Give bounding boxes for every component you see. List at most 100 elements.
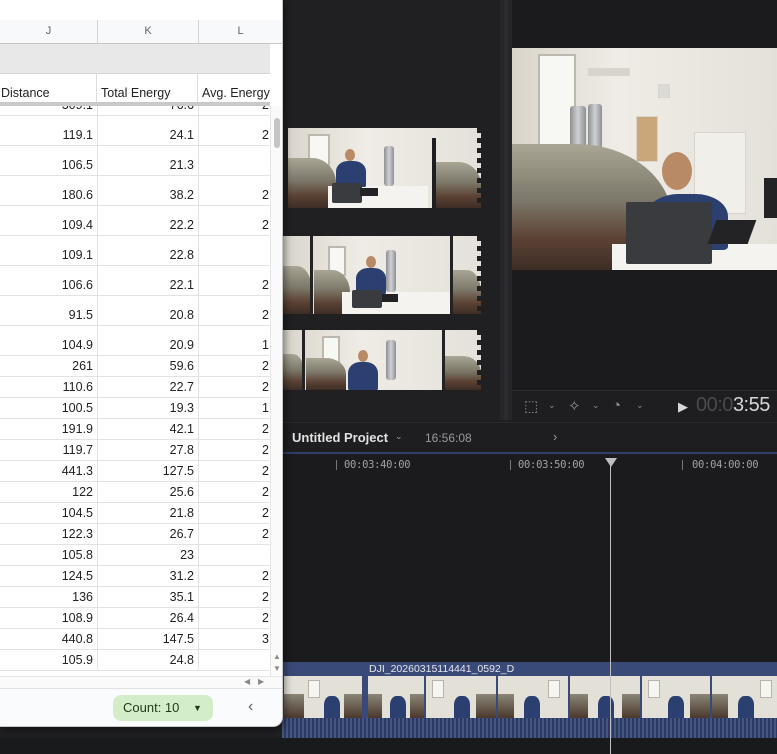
scroll-thumb[interactable] — [274, 118, 280, 148]
table-cell[interactable]: 109.4 — [0, 204, 98, 234]
table-cell[interactable]: 3 — [199, 627, 270, 648]
table-cell[interactable]: 24.1 — [98, 114, 199, 144]
column-letter-l[interactable]: L — [199, 20, 282, 43]
collapse-icon[interactable]: ‹ — [248, 698, 253, 716]
table-cell[interactable]: 108.9 — [0, 606, 98, 627]
table-cell[interactable]: 119.1 — [0, 114, 98, 144]
vertical-scrollbar[interactable]: ▲ ▼ — [270, 106, 282, 676]
table-cell[interactable]: 27.8 — [98, 438, 199, 459]
viewer-video-frame[interactable] — [512, 48, 777, 270]
table-cell[interactable]: 21.8 — [98, 501, 199, 522]
table-cell[interactable]: 2 — [199, 264, 270, 294]
table-cell[interactable]: 100.5 — [0, 396, 98, 417]
table-cell[interactable]: 19.3 — [98, 396, 199, 417]
table-cell[interactable]: 2 — [199, 585, 270, 606]
table-cell[interactable]: 25.6 — [98, 480, 199, 501]
chevron-down-icon[interactable]: ⌄ — [592, 400, 600, 411]
table-cell[interactable]: 122.3 — [0, 522, 98, 543]
table-cell[interactable]: 76.6 — [98, 106, 199, 114]
chevron-down-icon[interactable]: ⌄ — [548, 400, 556, 411]
table-cell[interactable]: 2 — [199, 417, 270, 438]
table-cell[interactable]: 42.1 — [98, 417, 199, 438]
table-cell[interactable]: 110.6 — [0, 375, 98, 396]
table-cell[interactable]: 31.2 — [98, 564, 199, 585]
table-cell[interactable]: 35.1 — [98, 585, 199, 606]
project-name[interactable]: Untitled Project — [292, 430, 388, 445]
table-cell[interactable]: 2 — [199, 354, 270, 375]
table-cell[interactable]: 91.5 — [0, 294, 98, 324]
magic-wand-icon[interactable]: ✧ — [568, 397, 581, 415]
table-cell[interactable]: 105.8 — [0, 543, 98, 564]
timeline-ruler[interactable]: 00:03:40:00 00:03:50:00 00:04:00:00 — [282, 452, 777, 478]
table-cell[interactable]: 26.4 — [98, 606, 199, 627]
table-cell[interactable]: 2 — [199, 375, 270, 396]
table-cell[interactable]: 26.7 — [98, 522, 199, 543]
table-cell[interactable]: 22.7 — [98, 375, 199, 396]
speed-icon[interactable]: ◔ — [612, 397, 621, 414]
scroll-left-icon[interactable]: ◀ — [244, 677, 250, 686]
transform-icon[interactable]: ⬚ — [524, 397, 538, 415]
table-cell[interactable]: 2 — [199, 438, 270, 459]
chevron-down-icon[interactable]: ⌄ — [636, 400, 644, 411]
table-cell[interactable]: 21.3 — [98, 144, 199, 174]
table-cell[interactable]: 2 — [199, 501, 270, 522]
table-cell[interactable]: 2 — [199, 204, 270, 234]
scroll-up-icon[interactable]: ▲ — [273, 652, 281, 661]
table-cell[interactable]: 309.1 — [0, 106, 98, 114]
header-cell[interactable]: Avg. Energy — [199, 74, 270, 103]
table-cell[interactable]: 109.1 — [0, 234, 98, 264]
playhead-handle[interactable] — [605, 458, 617, 467]
table-cell[interactable] — [199, 144, 270, 174]
table-cell[interactable]: 127.5 — [98, 459, 199, 480]
table-cell[interactable]: 104.5 — [0, 501, 98, 522]
table-cell[interactable]: 119.7 — [0, 438, 98, 459]
header-cell[interactable]: Total Energy — [98, 74, 198, 103]
table-cell[interactable]: 59.6 — [98, 354, 199, 375]
table-cell[interactable]: 24.8 — [98, 648, 199, 669]
table-cell[interactable]: 2 — [199, 606, 270, 627]
table-cell[interactable]: 105.9 — [0, 648, 98, 669]
table-cell[interactable]: 122 — [0, 480, 98, 501]
table-cell[interactable]: 180.6 — [0, 174, 98, 204]
count-summary-button[interactable]: Count: 10 ▼ — [113, 695, 213, 721]
column-letter-j[interactable]: J — [0, 20, 98, 43]
table-cell[interactable]: 2 — [199, 114, 270, 144]
table-cell[interactable]: 2 — [199, 459, 270, 480]
table-cell[interactable]: 440.8 — [0, 627, 98, 648]
chevron-down-icon[interactable]: ⌄ — [395, 431, 403, 442]
table-cell[interactable]: 22.8 — [98, 234, 199, 264]
table-cell[interactable]: 1 — [199, 396, 270, 417]
table-cell[interactable]: 22.1 — [98, 264, 199, 294]
play-icon[interactable]: ▶ — [678, 399, 688, 415]
table-cell[interactable]: 38.2 — [98, 174, 199, 204]
table-cell[interactable]: 2 — [199, 174, 270, 204]
chevron-right-icon[interactable]: › — [553, 429, 557, 444]
table-cell[interactable]: 2 — [199, 522, 270, 543]
table-cell[interactable]: 23 — [98, 543, 199, 564]
table-cell[interactable]: 191.9 — [0, 417, 98, 438]
table-cell[interactable]: 106.5 — [0, 144, 98, 174]
audio-waveform[interactable] — [282, 718, 777, 738]
column-letter-k[interactable]: K — [98, 20, 199, 43]
table-cell[interactable]: 104.9 — [0, 324, 98, 354]
table-cell[interactable] — [199, 648, 270, 669]
playhead[interactable] — [610, 459, 611, 754]
table-cell[interactable]: 22.2 — [98, 204, 199, 234]
scroll-right-icon[interactable]: ▶ — [258, 677, 264, 686]
table-cell[interactable]: 106.6 — [0, 264, 98, 294]
table-cell[interactable] — [199, 543, 270, 564]
browser-clip-thumbnail[interactable] — [282, 330, 481, 390]
table-cell[interactable]: 2 — [199, 294, 270, 324]
table-cell[interactable]: 124.5 — [0, 564, 98, 585]
scroll-down-icon[interactable]: ▼ — [273, 664, 281, 673]
table-cell[interactable]: 261 — [0, 354, 98, 375]
table-cell[interactable]: 441.3 — [0, 459, 98, 480]
browser-clip-thumbnail[interactable] — [282, 236, 481, 314]
header-cell[interactable]: Distance — [0, 74, 97, 103]
table-cell[interactable]: 136 — [0, 585, 98, 606]
table-cell[interactable]: 1 — [199, 324, 270, 354]
table-cell[interactable]: 20.8 — [98, 294, 199, 324]
table-cell[interactable]: 2 — [199, 564, 270, 585]
pane-divider[interactable] — [500, 0, 512, 420]
table-cell[interactable]: 20.9 — [98, 324, 199, 354]
